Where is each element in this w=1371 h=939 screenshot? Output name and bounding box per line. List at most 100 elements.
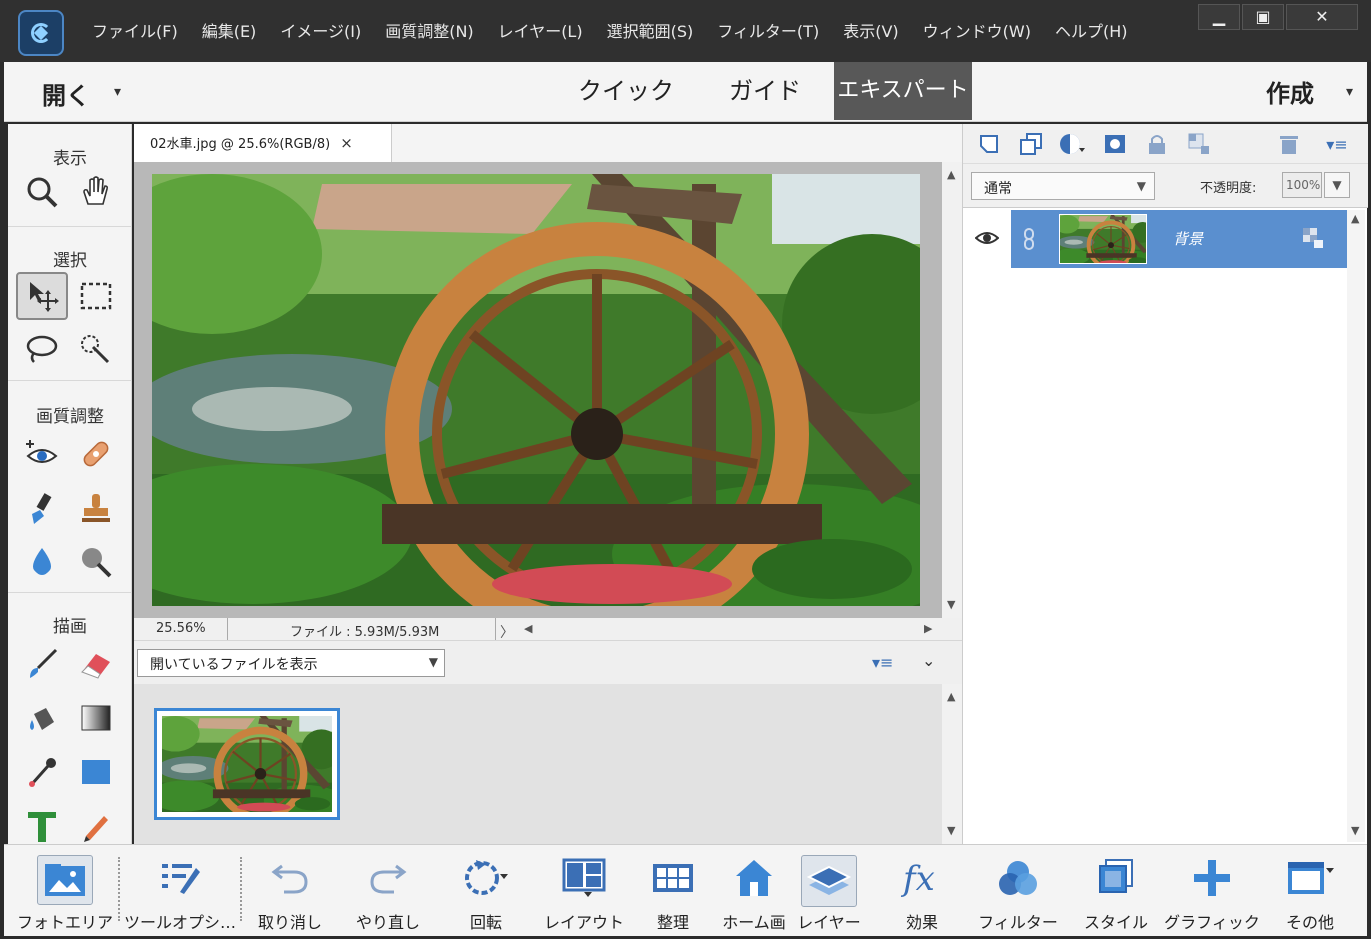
layout-button[interactable]: レイアウト [538, 845, 630, 937]
scroll-up-icon[interactable]: ▲ [1351, 212, 1359, 225]
tab-guided[interactable]: ガイド [716, 62, 814, 120]
sponge-tool-icon[interactable] [70, 538, 122, 586]
new-layer-icon[interactable] [975, 130, 1003, 158]
menu-edit[interactable]: 編集(E) [190, 18, 269, 42]
minimize-button[interactable]: ▁ [1198, 4, 1240, 30]
opacity-dropdown-icon[interactable]: ▼ [1324, 172, 1350, 198]
visibility-eye-icon[interactable] [974, 228, 1000, 252]
zoom-tool-icon[interactable] [16, 168, 68, 216]
photo-bin-thumbnail[interactable] [154, 708, 340, 820]
menu-window[interactable]: ウィンドウ(W) [911, 18, 1043, 42]
tool-options-icon [155, 855, 205, 901]
more-button[interactable]: その他 [1266, 845, 1354, 937]
tab-quick[interactable]: クイック [574, 62, 678, 120]
layer-mask-icon[interactable] [1101, 130, 1129, 158]
lock-all-icon[interactable] [1143, 130, 1171, 158]
scroll-down-icon[interactable]: ▼ [1351, 824, 1359, 837]
menu-enhance[interactable]: 画質調整(N) [373, 18, 485, 42]
hand-tool-icon[interactable] [70, 168, 122, 216]
fx-icon: fx [897, 855, 947, 901]
toolbox-section-view: 表示 [53, 149, 87, 169]
opacity-input[interactable]: 100% [1282, 172, 1322, 198]
redo-button[interactable]: やり直し [342, 845, 434, 937]
photo-bin-selector-value: 開いているファイルを表示 [150, 657, 318, 673]
title-bar: ファイル(F) 編集(E) イメージ(I) 画質調整(N) レイヤー(L) 選択… [0, 0, 1371, 62]
canvas-area[interactable] [134, 162, 942, 618]
eraser-tool-icon[interactable] [70, 640, 122, 688]
menu-view[interactable]: 表示(V) [831, 18, 910, 42]
red-eye-tool-icon[interactable] [16, 430, 68, 478]
effects-button[interactable]: fx 効果 [876, 845, 968, 937]
layer-row-background[interactable]: 背景 [1011, 210, 1349, 268]
menu-image[interactable]: イメージ(I) [268, 18, 373, 42]
menu-select[interactable]: 選択範囲(S) [595, 18, 706, 42]
blend-mode-value: 通常 [984, 181, 1012, 197]
quick-selection-icon[interactable] [70, 326, 122, 374]
clone-stamp-icon[interactable] [70, 484, 122, 532]
zoom-level[interactable]: 25.56% [134, 618, 228, 640]
waterwheel-photo[interactable] [152, 174, 920, 606]
undo-button[interactable]: 取り消し [244, 845, 336, 937]
tool-options-button[interactable]: ツールオプシ… [124, 845, 236, 937]
collapse-chevron-icon[interactable]: ⌄ [922, 651, 935, 670]
open-dropdown-icon[interactable]: ▾ [114, 84, 121, 100]
document-tab[interactable]: 02水車.jpg @ 25.6%(RGB/8) × [134, 124, 392, 162]
close-tab-icon[interactable]: × [340, 134, 353, 152]
delete-layer-icon[interactable] [1275, 130, 1303, 158]
canvas-vertical-scrollbar[interactable]: ▲ ▼ [942, 162, 962, 618]
layers-scrollbar[interactable]: ▲ ▼ [1347, 210, 1365, 842]
paint-bucket-icon[interactable] [16, 694, 68, 742]
scroll-left-icon[interactable]: ◀ [524, 622, 532, 635]
organizer-button[interactable]: 整理 [636, 845, 710, 937]
styles-button[interactable]: スタイル [1070, 845, 1162, 937]
eyedropper-tool-icon[interactable] [16, 748, 68, 796]
rotate-button[interactable]: 回転 [440, 845, 532, 937]
menu-help[interactable]: ヘルプ(H) [1043, 18, 1140, 42]
smart-brush-icon[interactable] [16, 484, 68, 532]
move-tool-icon[interactable] [16, 272, 68, 320]
new-group-icon[interactable] [1017, 130, 1045, 158]
create-dropdown-icon[interactable]: ▾ [1346, 84, 1353, 100]
rectangle-marquee-icon[interactable] [70, 272, 122, 320]
lock-transparency-icon[interactable] [1185, 130, 1213, 158]
scroll-up-icon[interactable]: ▲ [947, 690, 955, 703]
menu-filter[interactable]: フィルター(T) [705, 18, 831, 42]
layers-panel-menu-icon[interactable]: ▾≡ [1323, 130, 1351, 158]
file-size-info: ファイル : 5.93M/5.93M [230, 618, 496, 640]
adjustment-layer-icon[interactable] [1059, 130, 1087, 158]
brush-tool-icon[interactable] [16, 640, 68, 688]
close-window-button[interactable]: ✕ [1286, 4, 1358, 30]
blur-tool-icon[interactable] [16, 538, 68, 586]
open-button[interactable]: 開く [42, 76, 90, 111]
maximize-button[interactable]: ▣ [1242, 4, 1284, 30]
menu-layer[interactable]: レイヤー(L) [486, 18, 595, 42]
layers-button[interactable]: レイヤー [796, 845, 862, 937]
pencil-tool-icon[interactable] [70, 802, 122, 850]
blend-mode-select[interactable]: 通常 ▼ [971, 172, 1155, 200]
shape-tool-icon[interactable] [70, 748, 122, 796]
scroll-up-icon[interactable]: ▲ [947, 168, 955, 181]
create-button[interactable]: 作成 [1266, 74, 1314, 109]
photo-bin-button[interactable]: フォトエリア [16, 845, 114, 937]
menu-file[interactable]: ファイル(F) [80, 18, 190, 42]
graphics-button[interactable]: グラフィック [1164, 845, 1260, 937]
tab-expert[interactable]: エキスパート [834, 62, 972, 120]
status-menu-chevron-icon[interactable]: 〉 [500, 622, 514, 642]
bin-menu-icon[interactable]: ▾≡ [872, 653, 893, 672]
toolbox-section-select: 選択 [53, 251, 87, 271]
gradient-tool-icon[interactable] [70, 694, 122, 742]
scroll-right-icon[interactable]: ▶ [924, 622, 932, 635]
healing-brush-icon[interactable] [70, 430, 122, 478]
filters-button[interactable]: フィルター [970, 845, 1066, 937]
lasso-tool-icon[interactable] [16, 326, 68, 374]
layer-name[interactable]: 背景 [1173, 228, 1203, 249]
type-tool-icon[interactable] [16, 802, 68, 850]
layout-icon [559, 855, 609, 901]
scroll-down-icon[interactable]: ▼ [947, 824, 955, 837]
home-screen-button[interactable]: ホーム画 [716, 845, 792, 937]
taskbar-separator [118, 857, 120, 921]
scroll-down-icon[interactable]: ▼ [947, 598, 955, 611]
layer-link-icon[interactable] [1023, 228, 1035, 254]
photo-bin-scrollbar[interactable]: ▲ ▼ [942, 684, 962, 844]
photo-bin-selector[interactable]: 開いているファイルを表示 ▼ [137, 649, 445, 677]
